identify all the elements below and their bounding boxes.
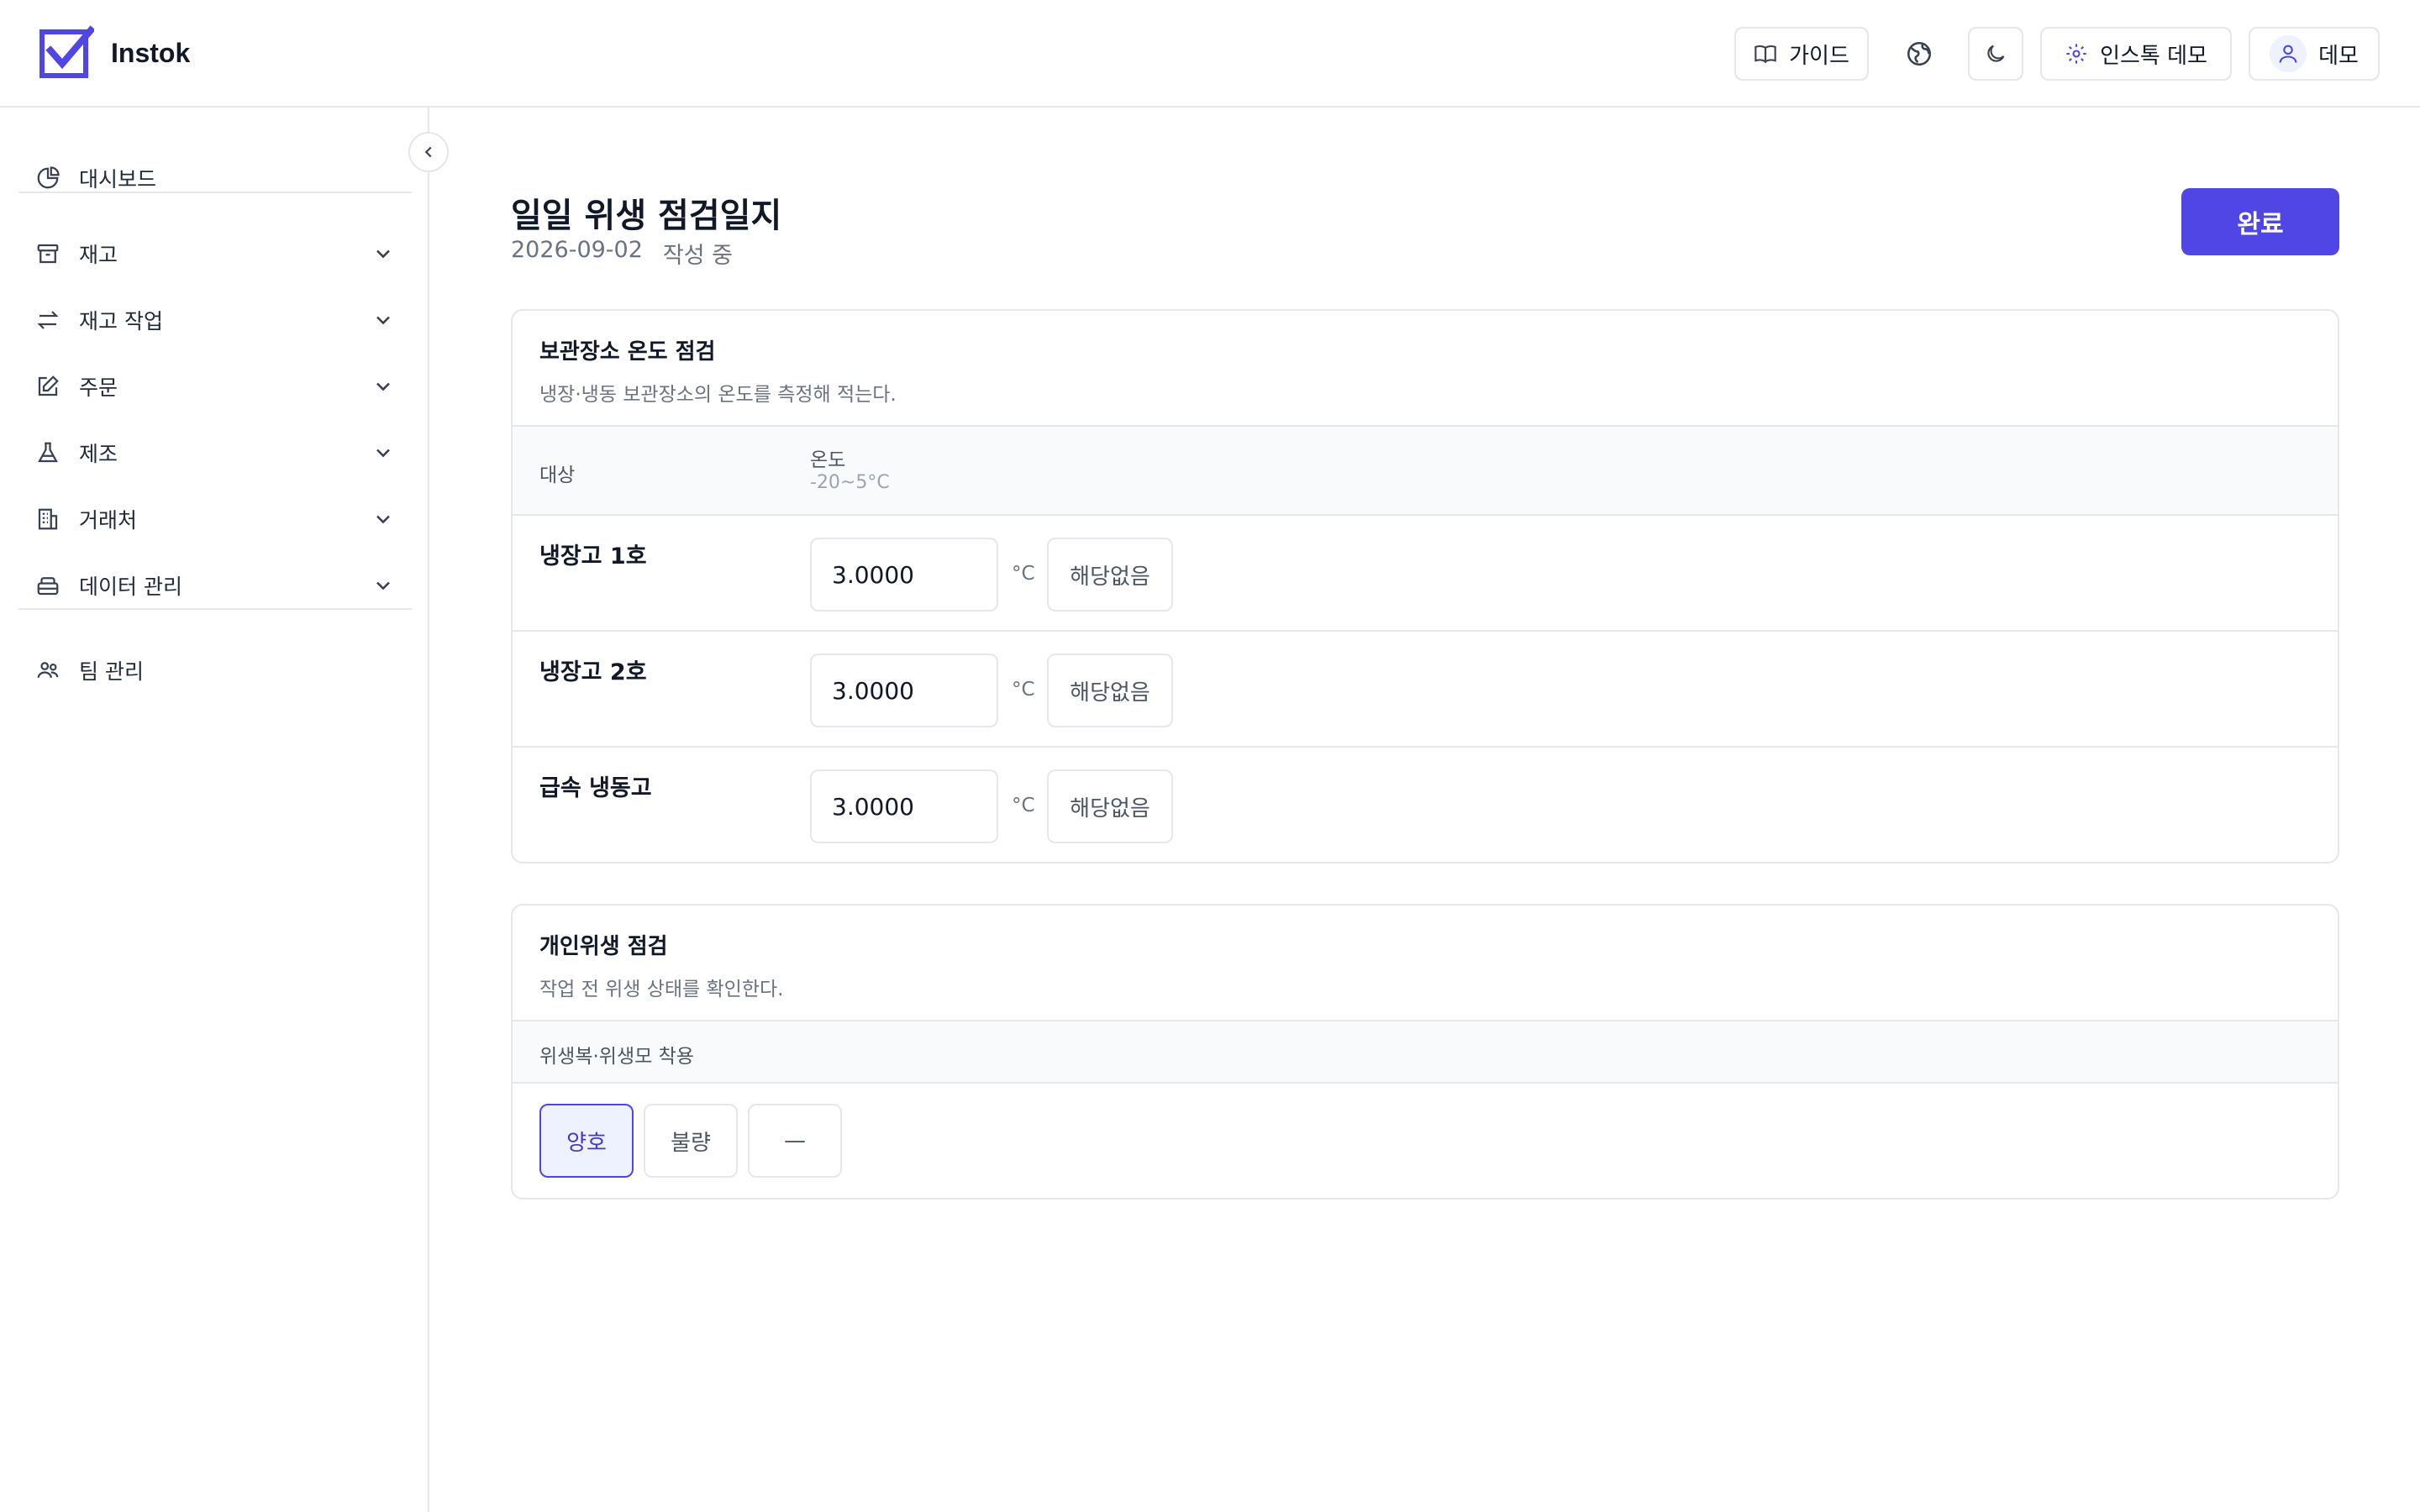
sidebar-item-label: 재고 작업 xyxy=(79,309,163,333)
section-description: 작업 전 위생 상태를 확인한다. xyxy=(539,979,784,1000)
sidebar-item-label: 팀 관리 xyxy=(79,659,144,684)
section-title: 보관장소 온도 점검 xyxy=(539,339,716,365)
workspace-button[interactable]: 인스톡 데모 xyxy=(2040,27,2232,81)
page-title: 일일 위생 점검일지 xyxy=(511,197,782,235)
user-icon xyxy=(2279,45,2297,63)
building-icon xyxy=(38,508,58,530)
sidebar-item-label: 주문 xyxy=(79,375,118,400)
table-row: 냉장고 1호 3.0000 °C 해당없음 xyxy=(513,516,2338,632)
theme-toggle-button[interactable] xyxy=(1968,27,2023,81)
database-icon xyxy=(37,577,59,596)
complete-button[interactable]: 완료 xyxy=(2181,188,2339,255)
row-label: 냉장고 2호 xyxy=(539,659,647,685)
sidebar-item-inventory[interactable]: 재고 xyxy=(18,228,407,279)
globe-icon xyxy=(1907,41,1932,66)
unit-label: °C xyxy=(1012,795,1035,816)
section-description: 냉장·냉동 보관장소의 온도를 측정해 적는다. xyxy=(539,384,897,406)
chevron-down-icon xyxy=(376,449,390,458)
sidebar-divider xyxy=(18,608,412,610)
table-row: 냉장고 2호 3.0000 °C 해당없음 xyxy=(513,632,2338,748)
checklist-item-label: 위생복·위생모 착용 xyxy=(539,1046,694,1068)
sidebar-item-stock-operations[interactable]: 재고 작업 xyxy=(18,295,407,345)
not-applicable-button[interactable]: 해당없음 xyxy=(1047,769,1173,843)
sidebar-item-label: 대시보드 xyxy=(79,167,157,192)
team-icon xyxy=(37,662,59,678)
chevron-down-icon xyxy=(376,249,390,259)
option-good-button[interactable]: 양호 xyxy=(539,1104,634,1178)
chevron-down-icon xyxy=(376,316,390,325)
table-row: 급속 냉동고 3.0000 °C 해당없음 xyxy=(513,748,2338,862)
edit-icon xyxy=(38,375,59,396)
sidebar: 대시보드 재고 재고 작업 주문 제조 거래처 데이터 관리 팀 관리 xyxy=(0,108,429,1512)
personal-hygiene-card: 개인위생 점검 작업 전 위생 상태를 확인한다. 위생복·위생모 착용 양호 … xyxy=(511,904,2339,1200)
page-subtitle: 2026-09-02 작성 중 xyxy=(511,237,733,270)
sidebar-collapse-button[interactable] xyxy=(408,132,449,172)
temperature-input[interactable]: 3.0000 xyxy=(810,538,998,612)
guide-button[interactable]: 가이드 xyxy=(1734,27,1869,81)
workspace-label: 인스톡 데모 xyxy=(2100,43,2207,69)
user-menu-button[interactable]: 데모 xyxy=(2249,27,2380,81)
archive-icon xyxy=(37,244,59,264)
sidebar-item-label: 데이터 관리 xyxy=(79,575,182,599)
sidebar-item-label: 재고 xyxy=(79,243,118,267)
chevron-down-icon xyxy=(376,515,390,524)
column-header-temperature: 온도 xyxy=(810,449,846,471)
logo-icon xyxy=(39,25,94,78)
brand[interactable]: Instok xyxy=(39,25,190,81)
chevron-down-icon xyxy=(376,581,390,591)
avatar xyxy=(2270,35,2307,72)
sidebar-item-team[interactable]: 팀 관리 xyxy=(18,645,407,696)
status-text: 작성 중 xyxy=(662,243,734,269)
option-none-button[interactable]: — xyxy=(748,1104,842,1178)
guide-label: 가이드 xyxy=(1789,43,1849,69)
log-date: 2026-09-02 xyxy=(511,237,643,263)
column-header-target: 대상 xyxy=(539,465,576,486)
moon-icon xyxy=(1987,45,2005,62)
sidebar-item-manufacturing[interactable]: 제조 xyxy=(18,428,407,478)
flask-icon xyxy=(38,442,58,463)
app-root: Instok 가이드 인스톡 데모 데모 대시보드 재고 재고 작업 주문 제조… xyxy=(0,0,2420,1512)
temperature-range: -20~5°C xyxy=(810,472,890,493)
gear-icon xyxy=(2066,44,2086,64)
sidebar-item-orders[interactable]: 주문 xyxy=(18,361,407,412)
not-applicable-button[interactable]: 해당없음 xyxy=(1047,654,1173,727)
sidebar-item-partners[interactable]: 거래처 xyxy=(18,494,407,544)
row-label: 냉장고 1호 xyxy=(539,543,647,570)
sidebar-divider xyxy=(18,192,412,193)
sidebar-item-dashboard[interactable]: 대시보드 xyxy=(18,153,407,203)
sidebar-item-label: 거래처 xyxy=(79,508,138,533)
language-button[interactable] xyxy=(1896,30,1943,77)
storage-temperature-card: 보관장소 온도 점검 냉장·냉동 보관장소의 온도를 측정해 적는다. 대상 온… xyxy=(511,309,2339,864)
not-applicable-button[interactable]: 해당없음 xyxy=(1047,538,1173,612)
temperature-input[interactable]: 3.0000 xyxy=(810,654,998,727)
unit-label: °C xyxy=(1012,679,1035,701)
app-name: Instok xyxy=(111,37,191,68)
pie-chart-icon xyxy=(37,166,60,189)
unit-label: °C xyxy=(1012,563,1035,585)
option-bad-button[interactable]: 불량 xyxy=(644,1104,738,1178)
row-label: 급속 냉동고 xyxy=(539,775,652,801)
temperature-input[interactable]: 3.0000 xyxy=(810,769,998,843)
checklist-item-header: 위생복·위생모 착용 xyxy=(513,1020,2338,1084)
top-header: Instok 가이드 인스톡 데모 데모 xyxy=(0,0,2420,108)
sidebar-item-data-management[interactable]: 데이터 관리 xyxy=(18,560,407,611)
section-title: 개인위생 점검 xyxy=(539,934,668,959)
arrows-exchange-icon xyxy=(37,311,59,329)
chevron-left-icon xyxy=(424,146,432,158)
user-label: 데모 xyxy=(2318,43,2359,69)
sidebar-item-label: 제조 xyxy=(79,442,118,466)
table-header: 대상 온도 -20~5°C xyxy=(513,425,2338,516)
book-icon xyxy=(1754,45,1776,64)
chevron-down-icon xyxy=(376,382,390,391)
